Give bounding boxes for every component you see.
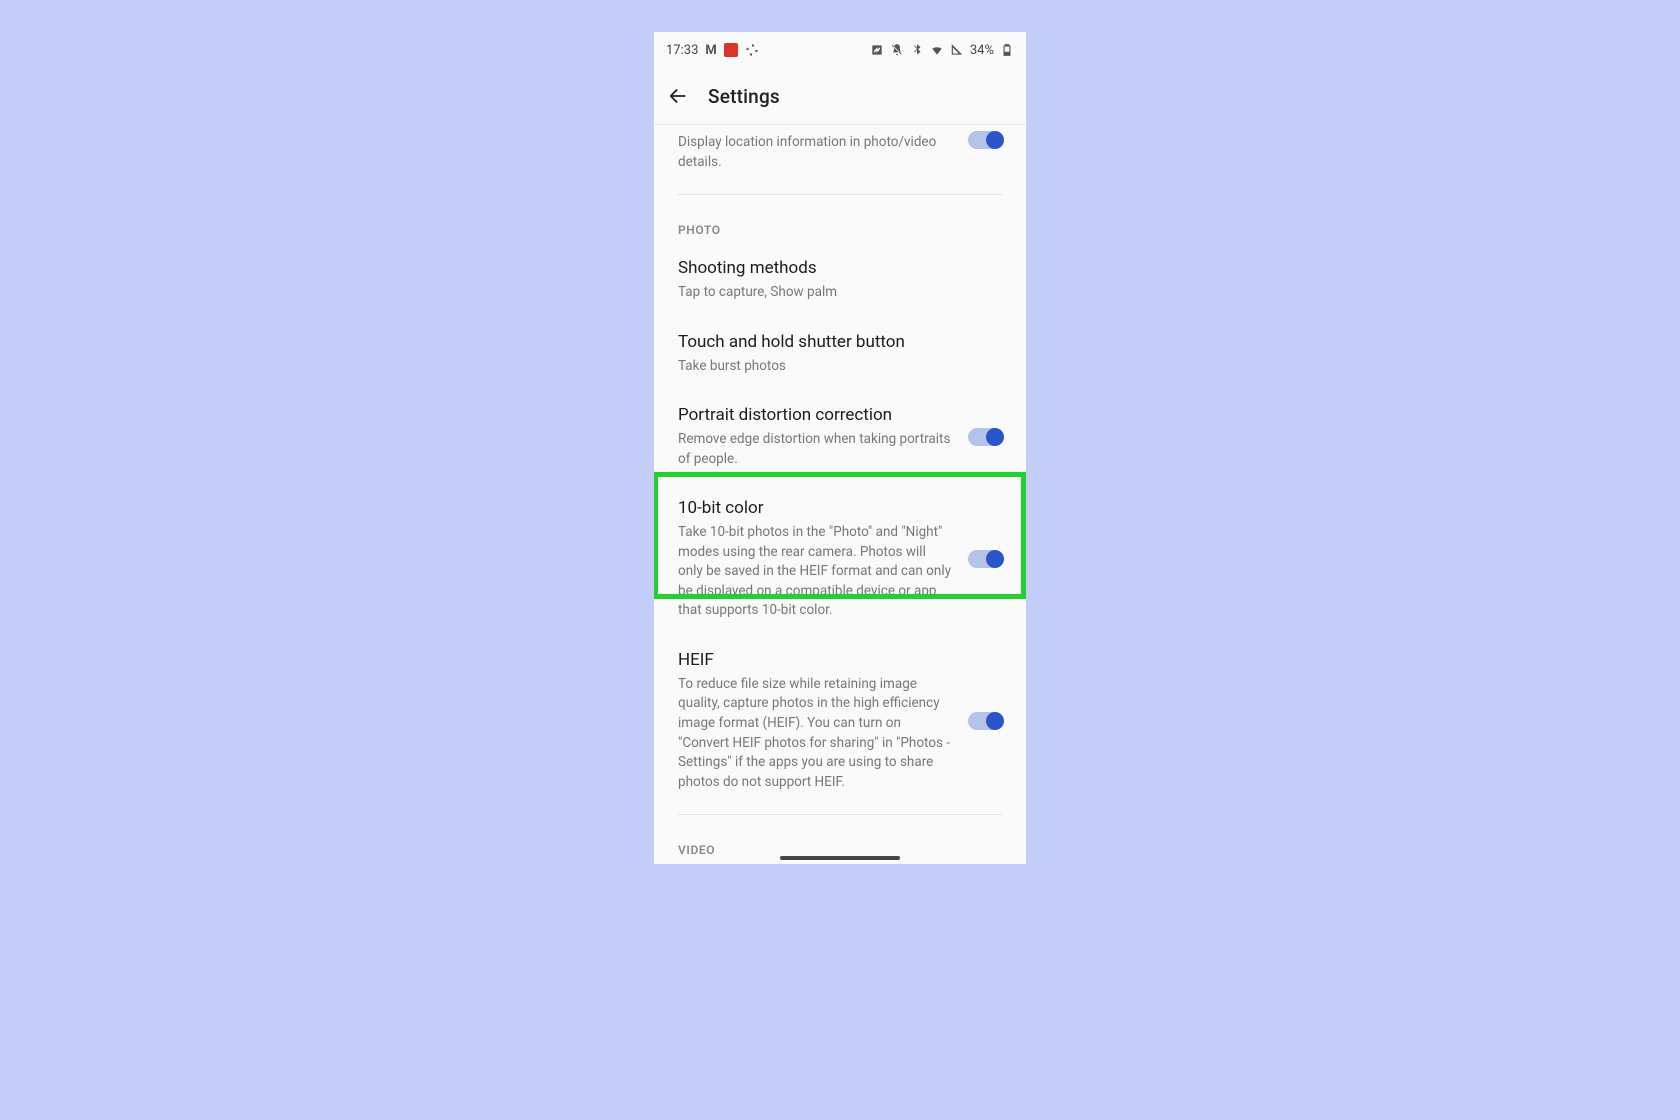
- settings-list: Location Display location information in…: [654, 125, 1026, 864]
- settings-scroll-area[interactable]: Location Display location information in…: [654, 125, 1026, 864]
- bluetooth-icon: [910, 43, 924, 57]
- setting-location-toggle[interactable]: [968, 131, 1002, 149]
- wifi-icon: [930, 43, 944, 57]
- divider: [678, 194, 1002, 195]
- setting-portrait-desc: Remove edge distortion when taking portr…: [678, 430, 952, 469]
- setting-10bit-color[interactable]: 10-bit color Take 10-bit photos in the "…: [678, 483, 1002, 635]
- setting-10bit-desc: Take 10-bit photos in the "Photo" and "N…: [678, 523, 952, 621]
- app-bar: Settings: [654, 68, 1026, 124]
- setting-location[interactable]: Location Display location information in…: [678, 125, 1002, 186]
- phone-frame: 17:33 M 34%: [654, 32, 1026, 864]
- setting-10bit-title: 10-bit color: [678, 497, 952, 520]
- page-title: Settings: [708, 85, 780, 108]
- setting-heif[interactable]: HEIF To reduce file size while retaining…: [678, 635, 1002, 806]
- back-button[interactable]: [666, 84, 690, 108]
- setting-portrait-title: Portrait distortion correction: [678, 404, 952, 427]
- arrow-left-icon: [667, 85, 689, 107]
- setting-shooting-methods[interactable]: Shooting methods Tap to capture, Show pa…: [678, 243, 1002, 317]
- mute-icon: [890, 43, 904, 57]
- setting-shooting-methods-desc: Tap to capture, Show palm: [678, 283, 1002, 303]
- setting-shooting-methods-title: Shooting methods: [678, 257, 1002, 280]
- setting-touch-hold-desc: Take burst photos: [678, 357, 1002, 377]
- status-bar-right: 34%: [870, 43, 1014, 58]
- setting-heif-title: HEIF: [678, 649, 952, 672]
- section-header-photo: PHOTO: [678, 203, 1002, 243]
- setting-heif-desc: To reduce file size while retaining imag…: [678, 675, 952, 792]
- gmail-icon: M: [705, 43, 716, 58]
- setting-heif-toggle[interactable]: [968, 712, 1002, 730]
- status-bar-left: 17:33 M: [666, 43, 759, 58]
- battery-percent: 34%: [970, 43, 994, 58]
- setting-10bit-toggle[interactable]: [968, 550, 1002, 568]
- status-time: 17:33: [666, 43, 698, 58]
- setting-touch-hold-title: Touch and hold shutter button: [678, 331, 1002, 354]
- status-bar: 17:33 M 34%: [654, 32, 1026, 68]
- setting-location-desc: Display location information in photo/vi…: [678, 133, 952, 172]
- setting-focus-lock[interactable]: Focus lock Tap to lock focus on a subjec…: [678, 863, 1002, 864]
- battery-icon: [1000, 43, 1014, 57]
- setting-portrait-toggle[interactable]: [968, 428, 1002, 446]
- setting-portrait-distortion[interactable]: Portrait distortion correction Remove ed…: [678, 390, 1002, 483]
- gesture-handle: [780, 856, 900, 860]
- signal-icon: [950, 43, 964, 57]
- pinwheel-icon: [745, 43, 759, 57]
- setting-touch-hold-shutter[interactable]: Touch and hold shutter button Take burst…: [678, 317, 1002, 391]
- nfc-icon: [870, 43, 884, 57]
- notification-red-icon: [724, 43, 738, 57]
- setting-location-title: Location: [678, 125, 952, 130]
- divider: [678, 814, 1002, 815]
